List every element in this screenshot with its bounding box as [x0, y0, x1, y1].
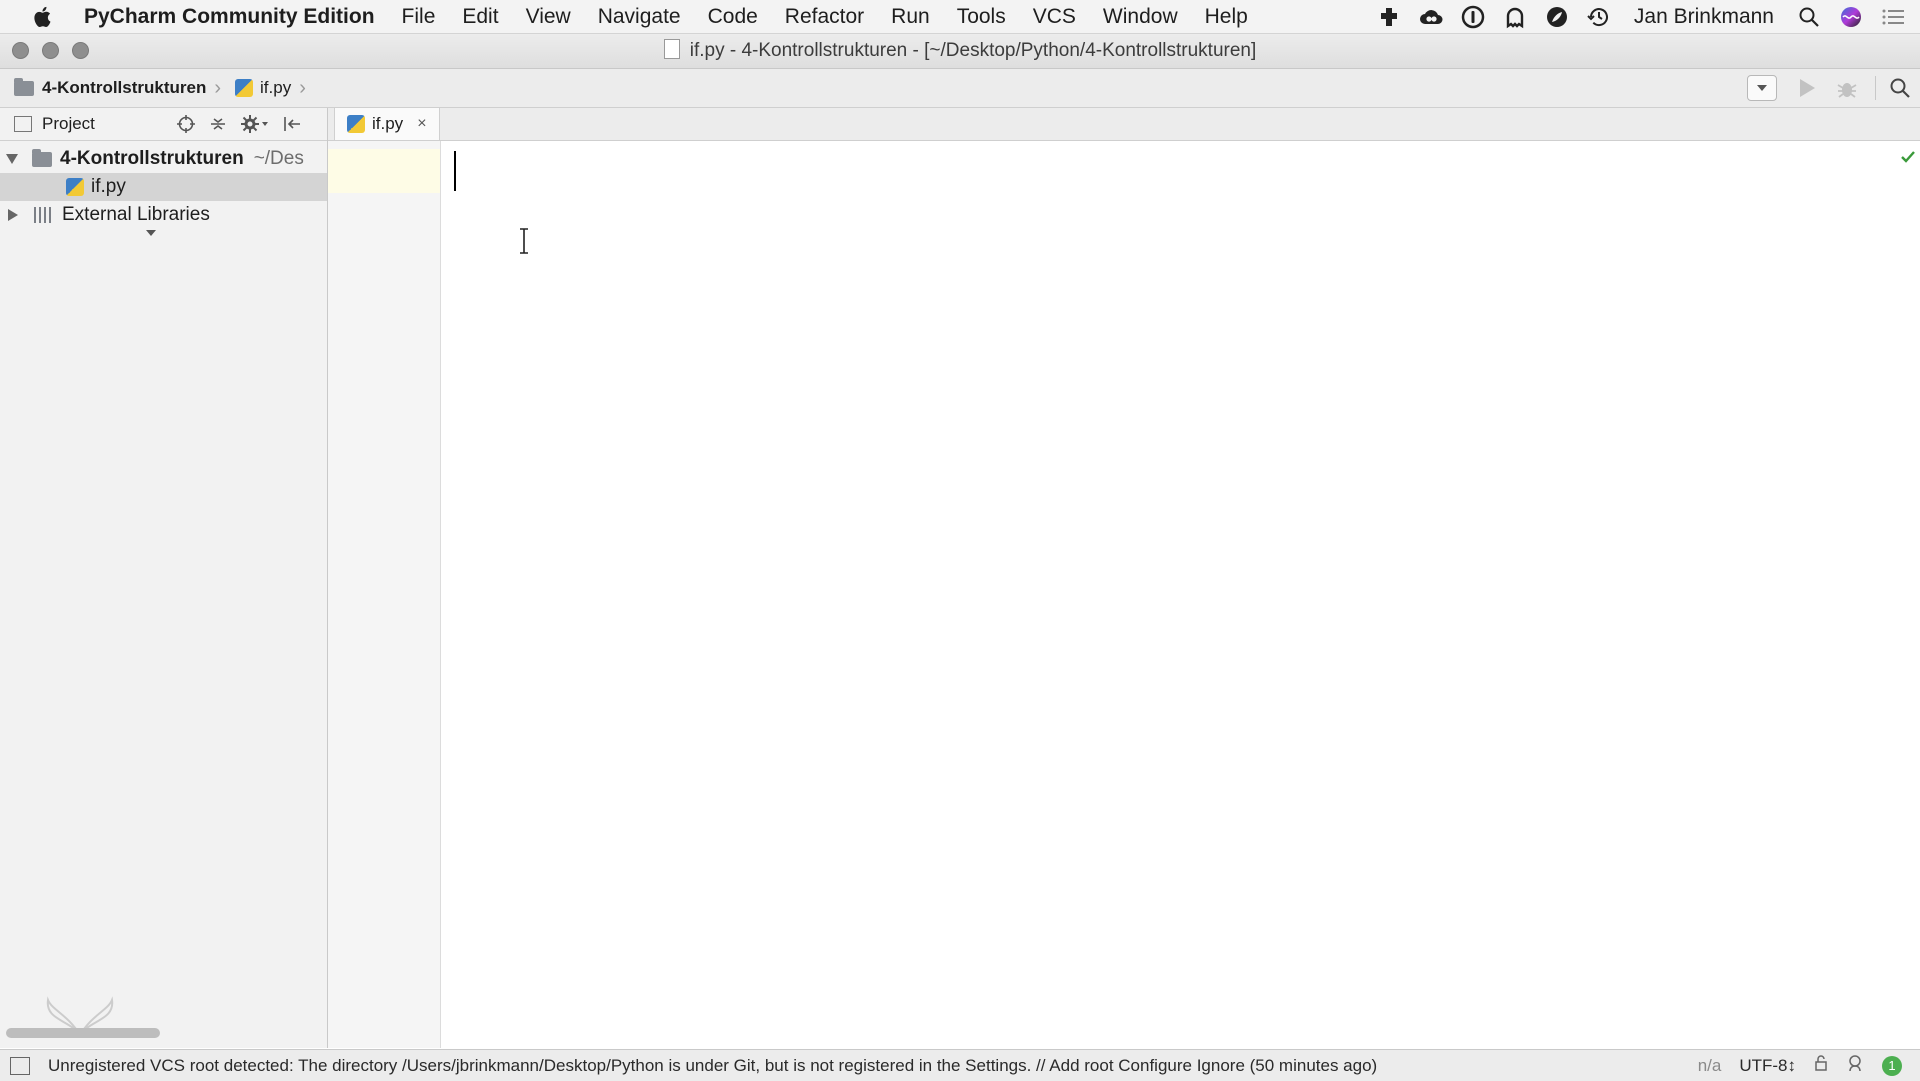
event-log-badge[interactable]: 1	[1882, 1055, 1902, 1076]
tree-file-name: if.py	[91, 176, 126, 197]
scroll-from-source-button[interactable]	[176, 114, 196, 134]
chevron-right-icon: ›	[214, 76, 222, 99]
menu-window[interactable]: Window	[1103, 5, 1178, 29]
close-tab-icon[interactable]: ×	[417, 115, 426, 133]
crosshair-icon	[177, 115, 195, 133]
breadcrumb-file-label: if.py	[260, 78, 292, 97]
menu-edit[interactable]: Edit	[462, 5, 498, 29]
leaf-icon[interactable]	[1544, 4, 1570, 30]
editor-tab-if-py[interactable]: if.py ×	[334, 108, 440, 140]
status-message[interactable]: Unregistered VCS root detected: The dire…	[48, 1056, 1377, 1076]
menu-refactor[interactable]: Refactor	[785, 5, 864, 29]
caret-position[interactable]: n/a	[1698, 1056, 1722, 1076]
menu-help[interactable]: Help	[1205, 5, 1248, 29]
folder-icon	[32, 148, 52, 167]
tree-root-path: ~/Des	[253, 148, 304, 169]
search-icon	[1890, 78, 1910, 98]
menu-bar-extras: Jan Brinkmann	[1376, 0, 1920, 33]
editor-tab-bar: if.py ×	[328, 108, 1920, 141]
expand-arrow-icon[interactable]	[6, 154, 18, 164]
creative-cloud-icon[interactable]	[1418, 4, 1444, 30]
hide-panel-button[interactable]	[282, 114, 302, 134]
file-encoding[interactable]: UTF-8↕	[1739, 1056, 1796, 1076]
apple-icon[interactable]	[30, 4, 56, 30]
notification-center-icon[interactable]	[1880, 4, 1906, 30]
folder-icon	[14, 77, 34, 96]
menu-code[interactable]: Code	[708, 5, 758, 29]
debug-button[interactable]	[1835, 76, 1859, 100]
collapse-all-button[interactable]	[208, 114, 228, 134]
time-machine-icon[interactable]	[1586, 4, 1612, 30]
current-line-highlight	[328, 149, 440, 193]
user-name[interactable]: Jan Brinkmann	[1634, 5, 1774, 29]
project-header-tools	[176, 108, 314, 140]
siri-icon[interactable]	[1838, 4, 1864, 30]
inspector-icon[interactable]	[1846, 1054, 1864, 1077]
toggle-tool-windows-icon[interactable]	[10, 1056, 30, 1075]
status-bar-widgets: n/a UTF-8↕ 1	[1698, 1050, 1920, 1081]
status-bar: Unregistered VCS root detected: The dire…	[0, 1049, 1920, 1081]
menu-file[interactable]: File	[402, 5, 436, 29]
editor-gutter[interactable]	[328, 141, 441, 1048]
collapse-all-icon	[211, 118, 225, 130]
expand-arrow-icon[interactable]	[8, 209, 18, 221]
breadcrumb-file[interactable]: if.py ›	[235, 77, 306, 100]
tree-item-if-py[interactable]: if.py	[0, 173, 327, 201]
inspection-ok-check-icon[interactable]	[1900, 149, 1916, 165]
menu-view[interactable]: View	[526, 5, 571, 29]
hide-panel-icon	[284, 117, 300, 131]
bug-icon	[1837, 83, 1857, 98]
menu-navigate[interactable]: Navigate	[598, 5, 681, 29]
tree-item-project-root[interactable]: 4-Kontrollstrukturen ~/Des	[0, 145, 327, 173]
window-title: if.py - 4-Kontrollstrukturen - [~/Deskto…	[0, 34, 1920, 68]
ibeam-cursor-icon	[520, 228, 528, 254]
horizontal-scrollbar[interactable]	[6, 1028, 160, 1038]
code-editor[interactable]	[441, 141, 1920, 1048]
lock-icon[interactable]	[1814, 1055, 1828, 1076]
tree-root-name: 4-Kontrollstrukturen	[60, 148, 244, 169]
app-name-menu[interactable]: PyCharm Community Edition	[84, 5, 375, 29]
run-button[interactable]	[1795, 76, 1819, 100]
project-settings-button[interactable]	[240, 114, 270, 134]
navigation-bar: 4-Kontrollstrukturen › if.py ›	[0, 69, 1920, 108]
chevron-down-icon	[1757, 85, 1767, 91]
menu-vcs[interactable]: VCS	[1033, 5, 1076, 29]
macos-menu-bar: PyCharm Community Edition File Edit View…	[0, 0, 1920, 34]
file-icon	[663, 39, 680, 59]
gear-icon	[241, 115, 268, 133]
chevron-down-icon[interactable]	[145, 229, 157, 237]
toolbar-divider	[1875, 76, 1876, 100]
python-file-icon	[347, 115, 365, 133]
breadcrumb-project-label: 4-Kontrollstrukturen	[42, 78, 207, 97]
play-icon	[1800, 79, 1815, 97]
run-configuration-dropdown[interactable]	[1747, 75, 1777, 101]
project-header: Project	[0, 108, 327, 236]
tree-item-external-libraries[interactable]: External Libraries	[0, 201, 327, 229]
spotlight-search-icon[interactable]	[1796, 4, 1822, 30]
python-file-icon	[235, 79, 254, 97]
libraries-icon	[34, 207, 54, 223]
window-title-bar: if.py - 4-Kontrollstrukturen - [~/Deskto…	[0, 34, 1920, 69]
python-file-icon	[66, 178, 84, 196]
menu-run[interactable]: Run	[891, 5, 930, 29]
tree-libraries-label: External Libraries	[62, 204, 210, 225]
window-title-text: if.py - 4-Kontrollstrukturen - [~/Deskto…	[689, 40, 1257, 61]
onepassword-icon[interactable]	[1460, 4, 1486, 30]
editor-tab-label: if.py	[372, 114, 404, 133]
navbar-tools	[1747, 69, 1920, 107]
project-tool-window: Project 4-Kontrollstrukturen ~/Des if.py	[0, 108, 328, 1048]
search-everywhere-button[interactable]	[1888, 76, 1912, 100]
text-caret	[454, 151, 456, 191]
puzzle-icon[interactable]	[1376, 4, 1402, 30]
ghost-icon[interactable]	[1502, 4, 1528, 30]
chevron-right-icon: ›	[299, 76, 306, 99]
project-view-icon	[14, 116, 32, 132]
menu-tools[interactable]: Tools	[957, 5, 1006, 29]
breadcrumb-project[interactable]: 4-Kontrollstrukturen ›	[14, 77, 221, 100]
project-view-selector[interactable]: Project	[42, 114, 95, 134]
